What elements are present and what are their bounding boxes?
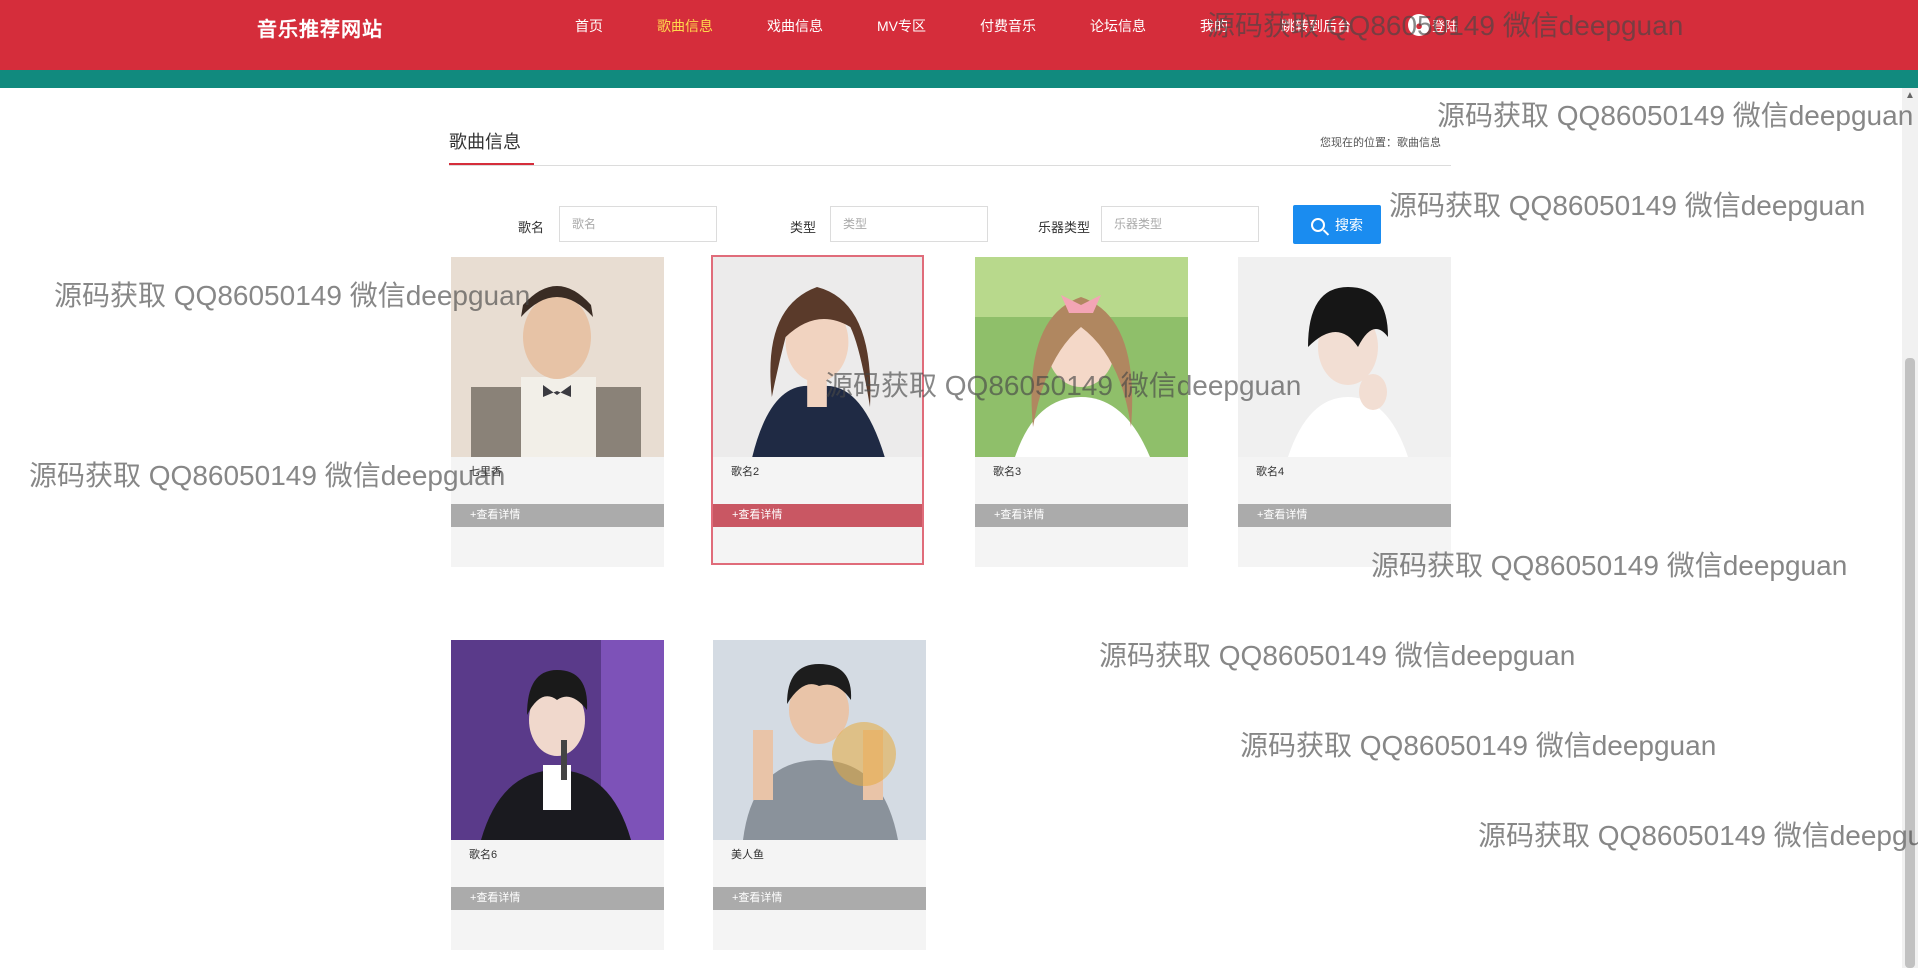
song-cover-image[interactable] <box>1238 257 1451 457</box>
nav-item-home[interactable]: 首页 <box>575 16 603 36</box>
song-cover-image[interactable] <box>451 640 664 840</box>
nav-item-songs[interactable]: 歌曲信息 <box>657 16 713 36</box>
song-name: 歌名3 <box>993 466 1022 478</box>
song-name-input[interactable] <box>559 206 717 242</box>
search-icon <box>1311 217 1325 232</box>
search-button-label: 搜索 <box>1335 216 1363 233</box>
view-details-link[interactable]: +查看详情 <box>713 504 922 527</box>
breadcrumb: 您现在的位置：歌曲信息 <box>1320 137 1441 149</box>
nav-item-forum[interactable]: 论坛信息 <box>1090 16 1146 36</box>
watermark-text: 源码获取 QQ86050149 微信deepguan <box>1099 640 1576 671</box>
view-details-link[interactable]: +查看详情 <box>451 887 664 910</box>
song-cover-image[interactable] <box>975 257 1188 457</box>
search-button[interactable]: 搜索 <box>1293 205 1381 244</box>
song-card[interactable]: 歌名2 +查看详情 <box>711 255 924 565</box>
watermark-text: 源码获取 QQ86050149 微信deepguan <box>1371 550 1848 581</box>
watermark-text: 源码获取 QQ86050149 微信deepguan <box>54 280 531 311</box>
watermark-text: 源码获取 QQ86050149 微信deepguan <box>825 370 1302 401</box>
song-card[interactable]: 歌名4 +查看详情 <box>1238 257 1451 567</box>
instrument-type-label: 乐器类型 <box>1038 220 1091 235</box>
nav-item-paid-music[interactable]: 付费音乐 <box>980 16 1036 36</box>
pointer-highlight <box>832 722 896 786</box>
section-divider <box>449 165 1451 166</box>
song-cover-image[interactable] <box>713 257 922 457</box>
view-details-link[interactable]: +查看详情 <box>451 504 664 527</box>
song-card[interactable]: 美人鱼 +查看详情 <box>713 640 926 950</box>
instrument-type-input[interactable] <box>1101 206 1259 242</box>
watermark-text: 源码获取 QQ86050149 微信deepguan <box>1478 820 1918 851</box>
song-name: 歌名4 <box>1256 466 1285 478</box>
header-accent-band <box>0 70 1918 88</box>
song-name-label: 歌名 <box>518 220 545 235</box>
section-title: 歌曲信息 <box>449 132 521 152</box>
nav-item-mv[interactable]: MV专区 <box>877 16 926 36</box>
watermark-text: 源码获取 QQ86050149 微信deepguan <box>1240 730 1717 761</box>
song-card[interactable]: 歌名3 +查看详情 <box>975 257 1188 567</box>
site-logo[interactable]: 音乐推荐网站 <box>257 13 383 42</box>
song-name: 歌名6 <box>469 849 498 861</box>
type-input[interactable] <box>830 206 988 242</box>
watermark-text: 源码获取 QQ86050149 微信deepguan <box>1207 10 1684 41</box>
watermark-text: 源码获取 QQ86050149 微信deepguan <box>1389 190 1866 221</box>
view-details-link[interactable]: +查看详情 <box>1238 504 1451 527</box>
view-details-link[interactable]: +查看详情 <box>975 504 1188 527</box>
watermark-text: 源码获取 QQ86050149 微信deepguan <box>29 460 506 491</box>
watermark-text: 源码获取 QQ86050149 微信deepguan <box>1437 100 1914 131</box>
scrollbar-thumb[interactable] <box>1905 358 1915 968</box>
song-card[interactable]: 歌名6 +查看详情 <box>451 640 664 950</box>
song-name: 美人鱼 <box>731 849 764 861</box>
view-details-link[interactable]: +查看详情 <box>713 887 926 910</box>
nav-item-opera[interactable]: 戏曲信息 <box>767 16 823 36</box>
song-cover-image[interactable] <box>713 640 926 840</box>
type-label: 类型 <box>790 220 817 235</box>
song-name: 歌名2 <box>731 466 760 478</box>
